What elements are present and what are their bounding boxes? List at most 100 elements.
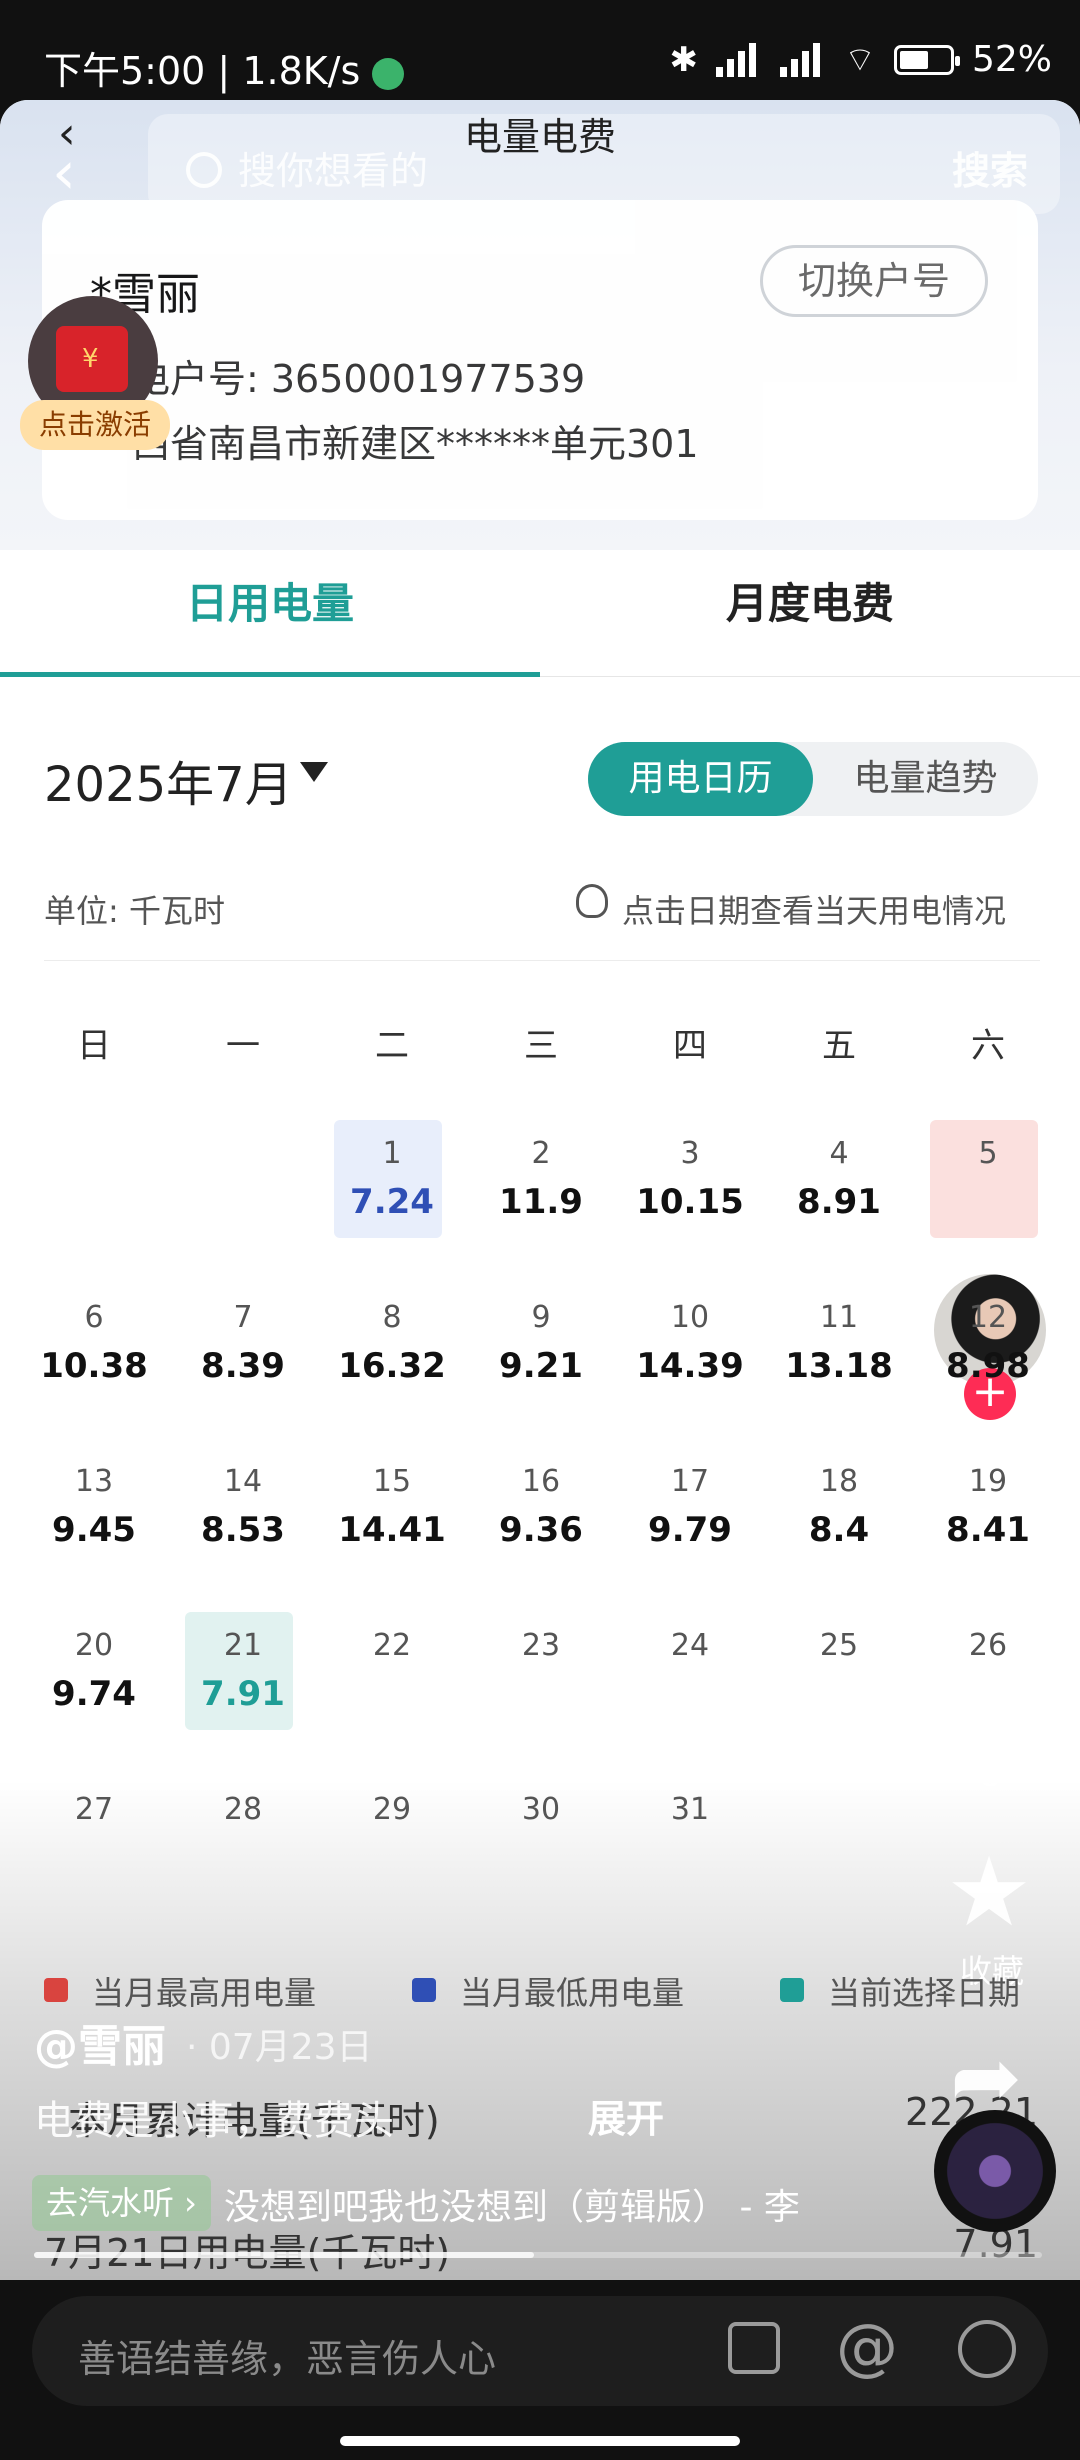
day-number: 27 [74,1792,114,1827]
day-usage-value: 11.9 [499,1182,583,1222]
calendar-day[interactable]: 16 9.36 [467,1448,615,1572]
day-usage-value: 16.32 [338,1346,446,1386]
video-caption: 电费是小事，费费头 [34,2098,394,2144]
video-date: · 07月23日 [186,2027,373,2068]
at-mention-icon[interactable]: @ [836,2310,898,2383]
calendar-day[interactable]: 21 7.91 [169,1612,317,1736]
calendar-day[interactable]: 13 9.45 [20,1448,168,1572]
signal-2-icon [780,42,826,77]
day-number: 18 [819,1464,859,1499]
day-usage-value: 8.4 [808,1510,870,1550]
image-icon[interactable] [728,2322,780,2374]
signal-1-icon [716,42,762,77]
day-number: 30 [521,1792,561,1827]
weekday-label: 三 [524,1026,558,1066]
calendar-day[interactable]: 24 [616,1612,764,1736]
day-number: 17 [670,1464,710,1499]
calendar-day[interactable]: 2 11.9 [467,1120,615,1244]
legend-swatch [44,1978,68,2002]
calendar-day[interactable]: 18 8.4 [765,1448,913,1572]
day-usage-value: 9.45 [52,1510,136,1550]
video-author[interactable]: @雪丽 [34,2010,166,2074]
comment-input[interactable]: 善语结善缘，恶言伤人心 [78,2328,496,2383]
day-number: 1 [382,1136,402,1171]
calendar-day[interactable]: 31 [616,1776,764,1900]
account-card: *雪丽 切换户号 电户号: 3650001977539 西省南昌市新建区****… [42,200,1038,520]
expand-caption-button[interactable]: 展开 [588,2088,664,2143]
calendar-day[interactable]: 3 10.15 [616,1120,764,1244]
calendar-day[interactable]: 10 14.39 [616,1284,764,1408]
switch-account-button[interactable]: 切换户号 [760,245,988,317]
music-title[interactable]: 没想到吧我也没想到（剪辑版） - 李 [224,2178,800,2230]
day-number: 19 [968,1464,1008,1499]
star-icon[interactable]: ★ [946,1836,1032,1948]
calendar-day[interactable]: 19 8.41 [914,1448,1062,1572]
calendar-day[interactable]: 26 [914,1612,1062,1736]
weekday-label: 一 [226,1026,260,1066]
weekday-label: 五 [822,1026,856,1066]
unit-label: 单位: 千瓦时 [44,892,225,930]
comment-count: 8 [979,1756,1001,1794]
weekday-label: 二 [375,1026,409,1066]
day-usage-value: 9.74 [52,1674,136,1714]
day-usage-value: 8.53 [201,1510,285,1550]
day-number: 26 [968,1628,1008,1663]
day-number: 13 [74,1464,114,1499]
account-address: 西省南昌市新建区******单元301 [132,422,699,466]
calendar-day[interactable]: 4 8.91 [765,1120,913,1244]
calendar-day[interactable]: 12 8.98 [914,1284,1062,1408]
calendar-day[interactable]: 1 7.24 [318,1120,466,1244]
day-usage-value: 7.24 [350,1182,434,1222]
music-disc-icon[interactable] [934,2110,1056,2232]
day-usage-value: 7.91 [201,1674,285,1714]
account-number: 电户号: 3650001977539 [132,357,586,401]
calendar-day[interactable]: 9 9.21 [467,1284,615,1408]
music-app-tag[interactable]: 去汽水听 › [32,2175,211,2231]
day-number: 6 [84,1300,104,1335]
calendar-day[interactable]: 30 [467,1776,615,1900]
calendar-day[interactable]: 27 [20,1776,168,1900]
calendar-day[interactable]: 29 [318,1776,466,1900]
tab-daily-usage[interactable]: 日用电量 [0,570,540,631]
trend-view-button[interactable]: 电量趋势 [813,742,1038,816]
calendar-day[interactable]: 15 14.41 [318,1448,466,1572]
day-usage-value: 10.15 [636,1182,744,1222]
day-usage-value: 10.38 [40,1346,148,1386]
calendar-day[interactable]: 17 9.79 [616,1448,764,1572]
month-selector[interactable]: 2025年7月 [44,745,293,815]
status-time: 下午5:00 | 1.8K/s [44,40,405,95]
day-number: 22 [372,1628,412,1663]
red-envelope-activate-label[interactable]: 点击激活 [20,400,170,450]
calendar-day[interactable]: 7 8.39 [169,1284,317,1408]
tab-monthly-bill[interactable]: 月度电费 [540,570,1080,631]
calendar-day[interactable]: 20 9.74 [20,1612,168,1736]
day-number: 2 [531,1136,551,1171]
day-number: 11 [819,1300,859,1335]
hint-text: 点击日期查看当天用电情况 [622,892,1007,930]
calendar-view-button[interactable]: 用电日历 [588,742,813,816]
calendar-day[interactable]: 28 [169,1776,317,1900]
emoji-icon[interactable] [958,2320,1016,2378]
day-number: 16 [521,1464,561,1499]
day-usage-value: 13.18 [785,1346,893,1386]
battery-percent: 52% [971,39,1052,80]
caret-down-icon[interactable] [300,762,328,782]
calendar-day[interactable]: 5 [914,1120,1062,1244]
status-bar: 下午5:00 | 1.8K/s ✱ ⌔ 52% [0,0,1080,100]
day-number: 25 [819,1628,859,1663]
battery-icon [893,44,960,75]
calendar-day[interactable]: 11 13.18 [765,1284,913,1408]
day-number: 10 [670,1300,710,1335]
divider [44,960,1040,961]
calendar-day[interactable]: 6 10.38 [20,1284,168,1408]
calendar-day[interactable]: 25 [765,1612,913,1736]
weekday-label: 日 [77,1026,111,1066]
calendar-day[interactable]: 22 [318,1612,466,1736]
calendar-day[interactable]: 23 [467,1612,615,1736]
day-number: 7 [233,1300,253,1335]
status-right: ✱ ⌔ 52% [670,38,1052,81]
calendar-day[interactable]: 14 8.53 [169,1448,317,1572]
like-count: 7 [979,1570,1001,1608]
calendar-day[interactable]: 8 16.32 [318,1284,466,1408]
home-indicator[interactable] [340,2436,740,2446]
